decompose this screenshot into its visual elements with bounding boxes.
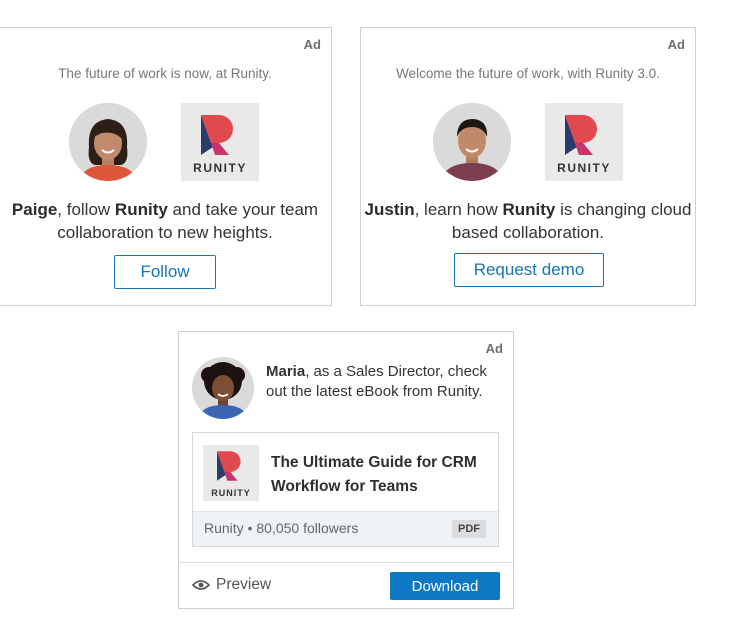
document-footer: Runity • 80,050 followers PDF (193, 511, 498, 546)
ad-card-request-demo: Ad Welcome the future of work, with Runi… (360, 27, 696, 306)
runity-wordmark: RUNITY (211, 488, 251, 498)
pdf-badge: PDF (452, 520, 486, 538)
ad-message: Paige, follow Runity and take your team … (0, 198, 331, 244)
recipient-name: Justin (364, 200, 415, 219)
ad-tagline: Welcome the future of work, with Runity … (396, 66, 660, 81)
recipient-name: Paige (11, 200, 58, 219)
message-text: , follow (57, 200, 115, 219)
runity-logo-icon (201, 115, 233, 155)
avatar-justin (433, 103, 511, 181)
avatar-paige (69, 103, 147, 181)
ad-badge: Ad (303, 37, 321, 52)
runity-logo-tile: RUNITY (545, 103, 623, 181)
preview-label: Preview (216, 576, 272, 593)
ad-badge: Ad (667, 37, 685, 52)
brand-name: Runity (502, 200, 556, 219)
runity-logo-icon (565, 115, 597, 155)
request-demo-button[interactable]: Request demo (454, 253, 604, 287)
meta-separator: • (247, 520, 253, 536)
eye-icon (192, 580, 210, 590)
ad-tagline: The future of work is now, at Runity. (58, 66, 272, 81)
avatar-maria (192, 357, 254, 419)
runity-wordmark: RUNITY (193, 161, 247, 175)
runity-logo-tile: RUNITY (203, 445, 259, 501)
ad-card-ebook: Ad Maria, as a Sales Director, check out… (178, 331, 514, 609)
brand-name: Runity (114, 200, 168, 219)
follow-button[interactable]: Follow (114, 255, 216, 289)
recipient-name: Maria (266, 363, 306, 380)
ad-card-follow: Ad The future of work is now, at Runity.… (0, 27, 332, 306)
runity-logo-tile: RUNITY (181, 103, 259, 181)
download-button[interactable]: Download (390, 572, 500, 600)
preview-button[interactable]: Preview (192, 576, 271, 594)
divider (179, 562, 513, 563)
follower-count: 80,050 followers (256, 520, 359, 536)
ad-badge: Ad (485, 341, 503, 356)
ad-message: Maria, as a Sales Director, check out th… (266, 362, 496, 402)
document-meta: Runity • 80,050 followers (204, 520, 358, 536)
document-title[interactable]: The Ultimate Guide for CRM Workflow for … (271, 451, 491, 499)
ebook-document-card[interactable]: RUNITY The Ultimate Guide for CRM Workfl… (192, 432, 499, 547)
ad-message: Justin, learn how Runity is changing clo… (361, 198, 695, 244)
runity-wordmark: RUNITY (557, 161, 611, 175)
message-text: , learn how (414, 200, 503, 219)
company-name: Runity (204, 520, 244, 536)
runity-logo-icon (217, 451, 241, 481)
